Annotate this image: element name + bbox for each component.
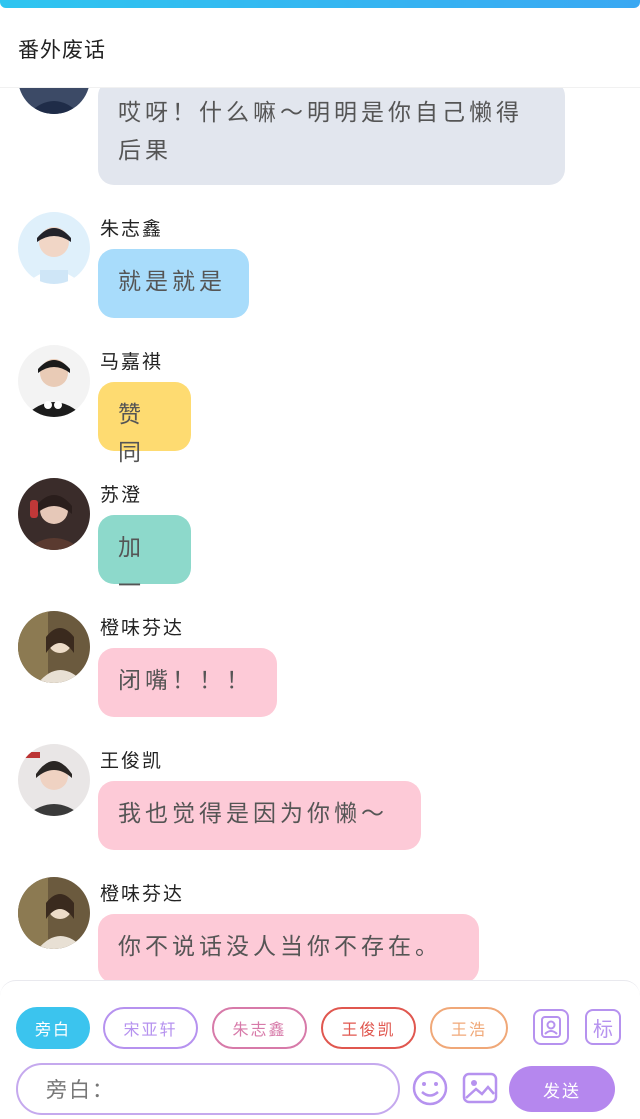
role-chip-song-yaxuan[interactable]: 宋亚轩 xyxy=(103,1007,198,1049)
avatar[interactable] xyxy=(18,611,90,683)
message-text: 加一 xyxy=(118,535,145,599)
message-bubble: 就是就是 xyxy=(98,249,249,318)
message-bubble: 赞同 xyxy=(98,382,191,466)
message-text: 我也觉得是因为你懒～ xyxy=(118,801,388,827)
role-chip-wang-hao[interactable]: 王浩 xyxy=(430,1007,508,1049)
role-chip-narration[interactable]: 旁白 xyxy=(16,1007,90,1049)
page-title: 番外废话 xyxy=(18,38,106,62)
mark-label: 标 xyxy=(593,1016,613,1041)
chip-label: 宋亚轩 xyxy=(123,1020,178,1039)
sender-name: 马嘉祺 xyxy=(100,351,164,373)
message-text: 哎呀！什么嘛～明明是你自己懒得后果 xyxy=(118,100,523,164)
chip-label: 王俊凯 xyxy=(341,1020,396,1039)
sender-name: 橙味芬达 xyxy=(100,883,185,905)
chat-area: 哎呀！什么嘛～明明是你自己懒得后果 朱志鑫 就是就是 马嘉祺 赞同 苏澄 加一 xyxy=(0,0,640,980)
message-text: 赞同 xyxy=(118,402,145,466)
role-chip-zhu-zhixin[interactable]: 朱志鑫 xyxy=(212,1007,307,1049)
avatar[interactable] xyxy=(18,877,90,949)
message-text: 闭嘴！！！ xyxy=(118,668,253,694)
chip-label: 旁白 xyxy=(34,1020,71,1039)
avatar[interactable] xyxy=(18,478,90,550)
message-bubble: 哎呀！什么嘛～明明是你自己懒得后果 xyxy=(98,80,565,185)
sender-name: 王俊凯 xyxy=(100,750,164,772)
avatar[interactable] xyxy=(18,212,90,284)
chip-label: 王浩 xyxy=(450,1020,487,1039)
contact-card-icon[interactable] xyxy=(533,1009,569,1045)
chip-label: 朱志鑫 xyxy=(232,1020,287,1039)
message-bubble: 闭嘴！！！ xyxy=(98,648,277,717)
sender-name: 朱志鑫 xyxy=(100,218,164,240)
composer: 旁白 宋亚轩 朱志鑫 王俊凯 王浩 标 旁白： 发送 xyxy=(0,980,640,1119)
mark-icon[interactable]: 标 xyxy=(585,1009,621,1045)
role-chip-wang-junkai[interactable]: 王俊凯 xyxy=(321,1007,416,1049)
message-bubble: 我也觉得是因为你懒～ xyxy=(98,781,421,850)
message-input[interactable]: 旁白： xyxy=(16,1063,400,1115)
top-accent-bar xyxy=(0,0,640,8)
send-button[interactable]: 发送 xyxy=(509,1066,615,1112)
avatar[interactable] xyxy=(18,345,90,417)
message-bubble: 你不说话没人当你不存在。 xyxy=(98,914,479,980)
sender-name: 橙味芬达 xyxy=(100,617,185,639)
image-icon[interactable] xyxy=(461,1069,499,1107)
avatar[interactable] xyxy=(18,744,90,816)
send-label: 发送 xyxy=(543,1081,581,1102)
message-text: 你不说话没人当你不存在。 xyxy=(118,934,442,960)
message-text: 就是就是 xyxy=(118,269,226,295)
message-bubble: 加一 xyxy=(98,515,191,599)
header: 番外废话 xyxy=(0,8,640,88)
emoji-icon[interactable] xyxy=(411,1069,449,1107)
input-value: 旁白： xyxy=(46,1078,115,1102)
sender-name: 苏澄 xyxy=(100,484,143,506)
